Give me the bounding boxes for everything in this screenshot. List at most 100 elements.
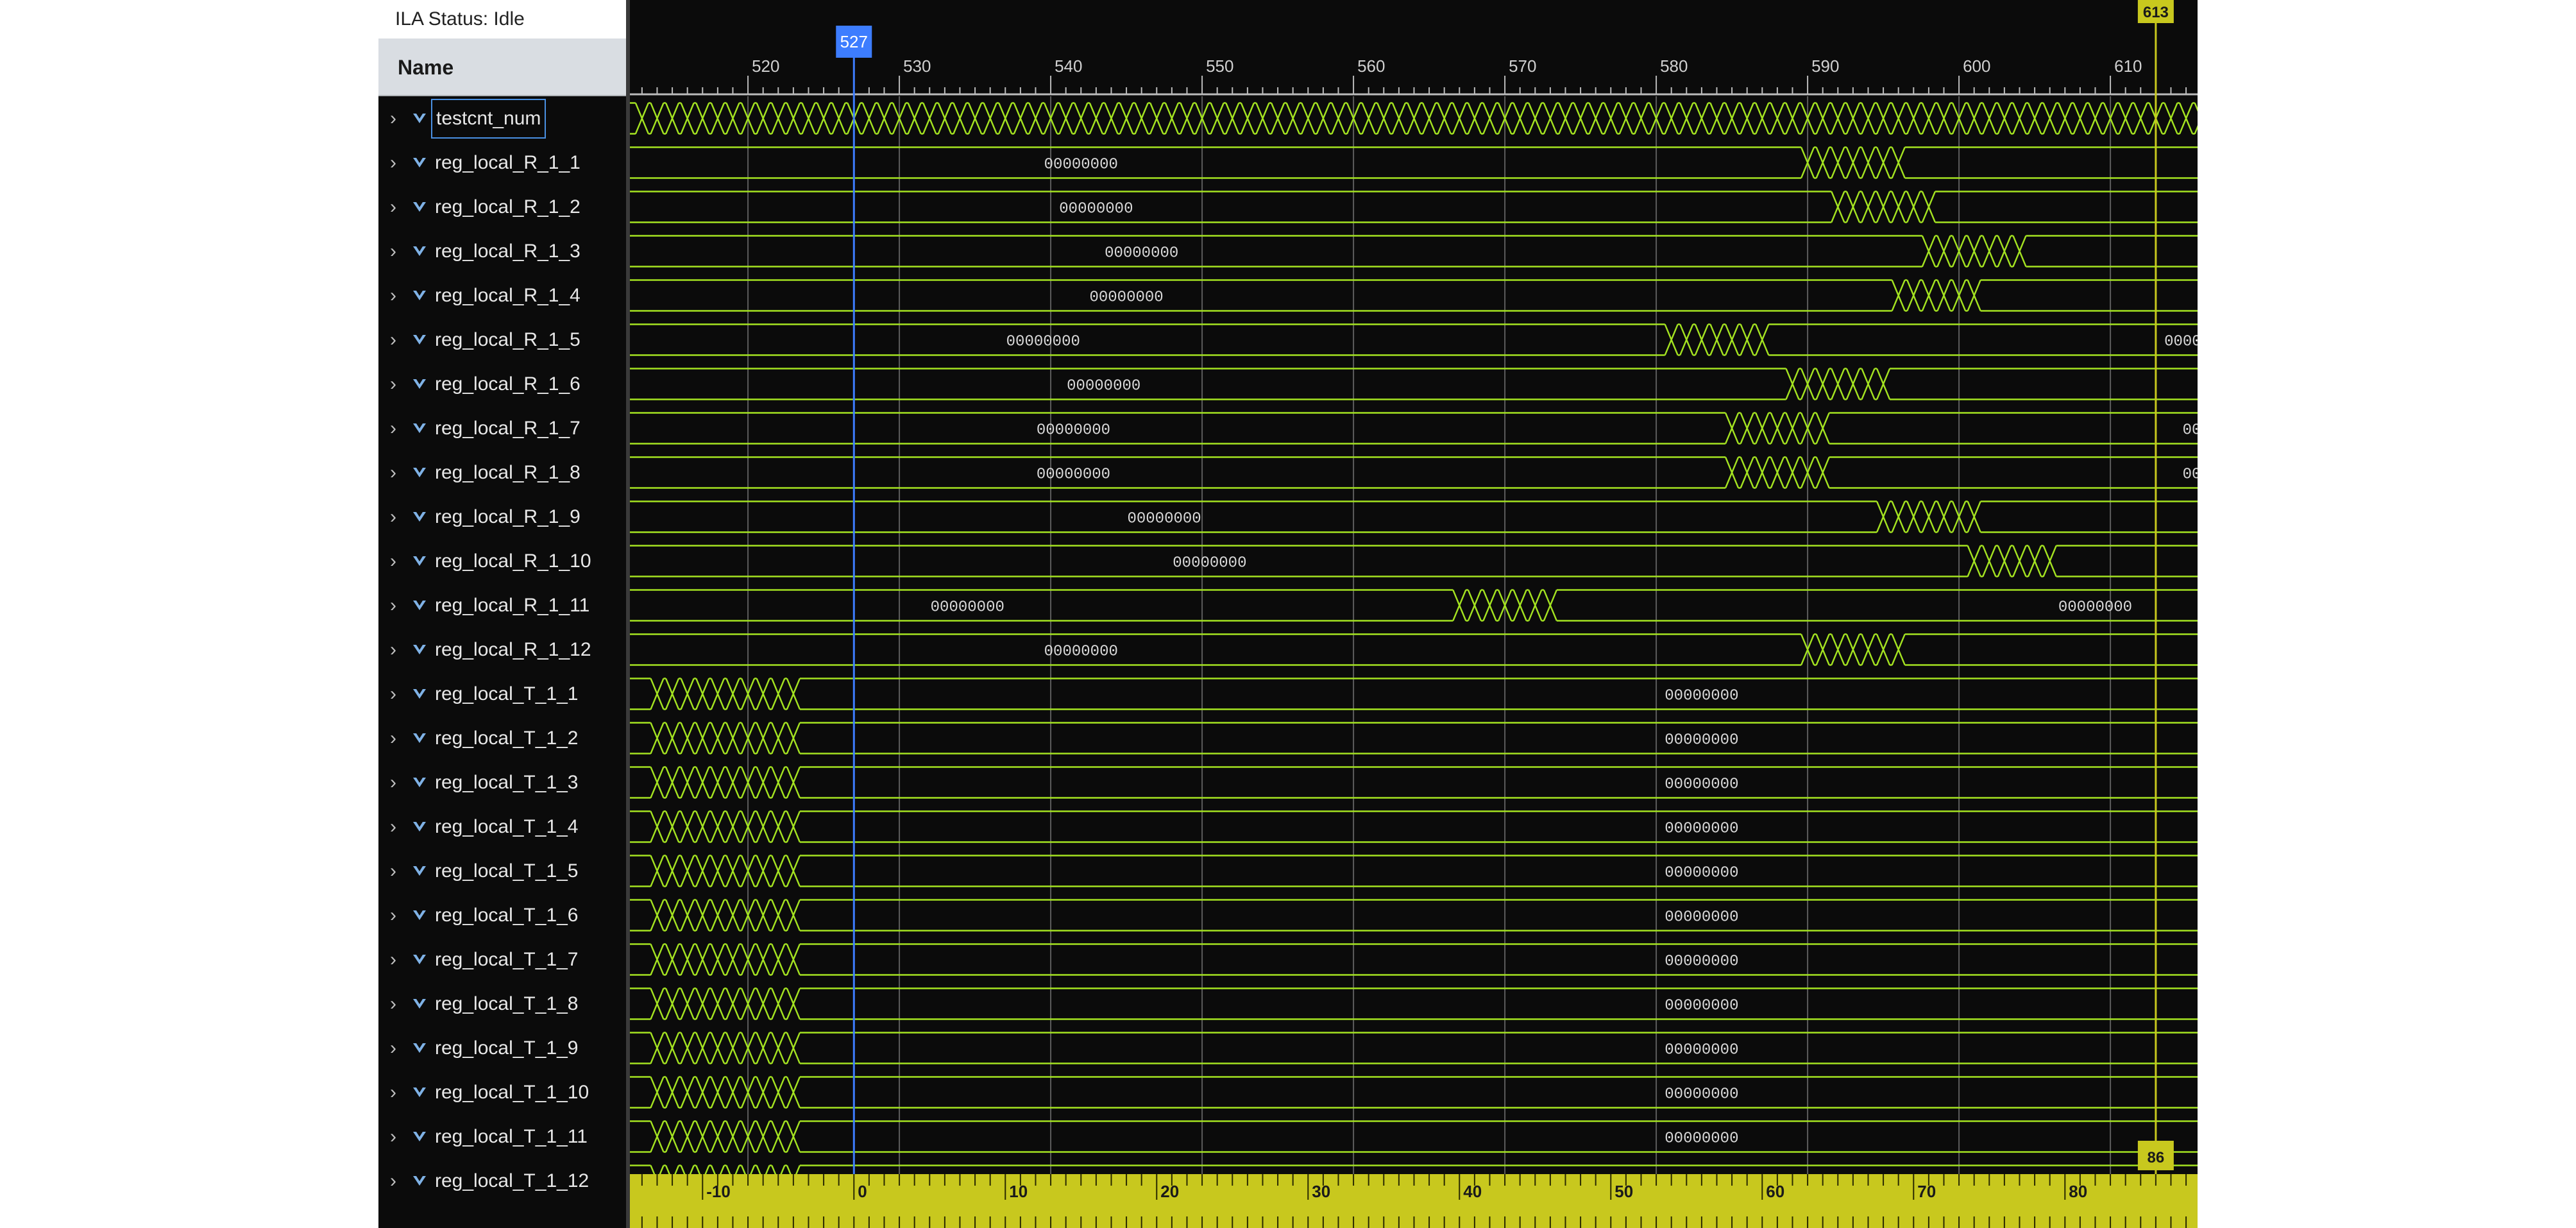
- bus-value-label: 00000000: [1665, 1042, 1738, 1059]
- sample-tick-label: 60: [1766, 1182, 1784, 1201]
- chevron-right-icon[interactable]: ›: [390, 229, 396, 273]
- bus-signal-icon: [413, 291, 426, 300]
- sample-tick-label: 70: [1917, 1182, 1936, 1201]
- bus-signal-icon: [413, 158, 426, 167]
- signal-row[interactable]: › reg_local_T_1_8: [378, 982, 626, 1026]
- signal-row[interactable]: › reg_local_T_1_3: [378, 760, 626, 805]
- signal-row[interactable]: › reg_local_T_1_6: [378, 893, 626, 937]
- waveform-viewer[interactable]: 520 530 540 550 560 570 580 590 600 6100000000000…: [630, 0, 2198, 1228]
- chevron-right-icon[interactable]: ›: [390, 362, 396, 406]
- signal-row[interactable]: › testcnt_num: [378, 96, 626, 141]
- chevron-right-icon[interactable]: ›: [390, 716, 396, 760]
- signal-row[interactable]: › reg_local_R_1_3: [378, 229, 626, 273]
- signal-name: reg_local_R_1_7: [435, 418, 580, 439]
- signal-name: reg_local_T_1_6: [435, 905, 579, 926]
- chevron-right-icon[interactable]: ›: [390, 141, 396, 185]
- bus-signal-icon: [413, 689, 426, 699]
- signal-row[interactable]: › reg_local_R_1_2: [378, 185, 626, 229]
- signal-row[interactable]: › reg_local_T_1_5: [378, 849, 626, 893]
- signal-row[interactable]: › reg_local_R_1_4: [378, 273, 626, 318]
- signal-row[interactable]: › reg_local_R_1_5: [378, 318, 626, 362]
- signal-name: reg_local_R_1_2: [435, 196, 580, 217]
- name-column-header[interactable]: Name: [378, 38, 626, 96]
- signal-row[interactable]: › reg_local_T_1_10: [378, 1070, 626, 1114]
- signal-name: reg_local_R_1_5: [435, 329, 580, 350]
- signal-row[interactable]: › reg_local_R_1_1: [378, 141, 626, 185]
- sample-tick-label: 10: [1009, 1182, 1028, 1201]
- signal-row[interactable]: › reg_local_T_1_4: [378, 805, 626, 849]
- ila-waveform-window: ILA Status: Idle Name › testcnt_num › reg_l…: [378, 0, 2198, 1228]
- signal-row[interactable]: › reg_local_T_1_11: [378, 1114, 626, 1159]
- waveform-background: [630, 0, 2198, 1228]
- chevron-right-icon[interactable]: ›: [390, 1070, 396, 1114]
- signal-name: reg_local_R_1_10: [435, 550, 591, 572]
- chevron-right-icon[interactable]: ›: [390, 1026, 396, 1070]
- bus-value-label: 00000000: [1037, 422, 1110, 439]
- signal-row[interactable]: › reg_local_R_1_11: [378, 583, 626, 627]
- signal-row[interactable]: › reg_local_R_1_8: [378, 450, 626, 495]
- chevron-right-icon[interactable]: ›: [390, 318, 396, 362]
- bus-value-label: 00000000: [1044, 157, 1118, 174]
- bus-signal-icon: [413, 1087, 426, 1097]
- bus-value-label: 00000000: [1665, 732, 1738, 749]
- chevron-right-icon[interactable]: ›: [390, 1159, 396, 1203]
- chevron-right-icon[interactable]: ›: [390, 583, 396, 627]
- bus-value-label: 000000: [2183, 466, 2198, 484]
- bus-value-label: 00000000: [1067, 378, 1140, 395]
- sample-tick-label: -10: [706, 1182, 731, 1201]
- chevron-right-icon[interactable]: ›: [390, 627, 396, 672]
- sample-tick-label: 20: [1160, 1182, 1179, 1201]
- signal-name: reg_local_R_1_9: [435, 506, 580, 527]
- bus-signal-icon: [413, 733, 426, 743]
- signal-row[interactable]: › reg_local_R_1_10: [378, 539, 626, 583]
- chevron-right-icon[interactable]: ›: [390, 406, 396, 450]
- marker-bottom-label: 86: [2148, 1149, 2165, 1166]
- ruler-tick-label: 610: [2114, 56, 2142, 76]
- chevron-right-icon[interactable]: ›: [390, 672, 396, 716]
- chevron-right-icon[interactable]: ›: [390, 495, 396, 539]
- bus-value-label: 00000000: [1665, 821, 1738, 838]
- signal-row[interactable]: › reg_local_T_1_12: [378, 1159, 626, 1203]
- chevron-right-icon[interactable]: ›: [390, 937, 396, 982]
- bus-value-label: 00000000: [1105, 245, 1178, 262]
- ruler-tick-label: 570: [1509, 56, 1536, 76]
- bus-value-label: 000000: [2183, 422, 2198, 439]
- bus-value-label: 00000000: [1173, 555, 1246, 572]
- signal-row[interactable]: › reg_local_T_1_7: [378, 937, 626, 982]
- bus-signal-icon: [413, 645, 426, 654]
- chevron-right-icon[interactable]: ›: [390, 96, 396, 141]
- bus-value-label: 00000000: [2164, 334, 2198, 351]
- signal-row[interactable]: › reg_local_T_1_2: [378, 716, 626, 760]
- chevron-right-icon[interactable]: ›: [390, 849, 396, 893]
- chevron-right-icon[interactable]: ›: [390, 539, 396, 583]
- sample-tick-label: 0: [858, 1182, 867, 1201]
- signal-name: reg_local_T_1_8: [435, 993, 579, 1014]
- bus-signal-icon: [413, 423, 426, 433]
- signal-row[interactable]: › reg_local_R_1_9: [378, 495, 626, 539]
- signal-row[interactable]: › reg_local_T_1_9: [378, 1026, 626, 1070]
- bus-value-label: 00000000: [1665, 1086, 1738, 1104]
- chevron-right-icon[interactable]: ›: [390, 185, 396, 229]
- signal-name: reg_local_T_1_10: [435, 1082, 589, 1103]
- signal-row[interactable]: › reg_local_T_1_1: [378, 672, 626, 716]
- bus-signal-icon: [413, 379, 426, 389]
- bus-value-label: 00000000: [1665, 998, 1738, 1015]
- chevron-right-icon[interactable]: ›: [390, 760, 396, 805]
- ruler-tick-label: 560: [1357, 56, 1385, 76]
- bus-signal-icon: [413, 468, 426, 477]
- chevron-right-icon[interactable]: ›: [390, 1114, 396, 1159]
- ruler-tick-label: 540: [1055, 56, 1082, 76]
- chevron-right-icon[interactable]: ›: [390, 893, 396, 937]
- chevron-right-icon[interactable]: ›: [390, 450, 396, 495]
- signal-name: reg_local_T_1_1: [435, 683, 579, 704]
- signal-row[interactable]: › reg_local_R_1_12: [378, 627, 626, 672]
- ruler-tick-label: 590: [1811, 56, 1839, 76]
- chevron-right-icon[interactable]: ›: [390, 805, 396, 849]
- signal-row[interactable]: › reg_local_R_1_7: [378, 406, 626, 450]
- ruler-tick-label: 520: [752, 56, 779, 76]
- chevron-right-icon[interactable]: ›: [390, 982, 396, 1026]
- ruler-tick-label: 550: [1206, 56, 1233, 76]
- signal-row[interactable]: › reg_local_R_1_6: [378, 362, 626, 406]
- bus-signal-icon: [413, 910, 426, 920]
- chevron-right-icon[interactable]: ›: [390, 273, 396, 318]
